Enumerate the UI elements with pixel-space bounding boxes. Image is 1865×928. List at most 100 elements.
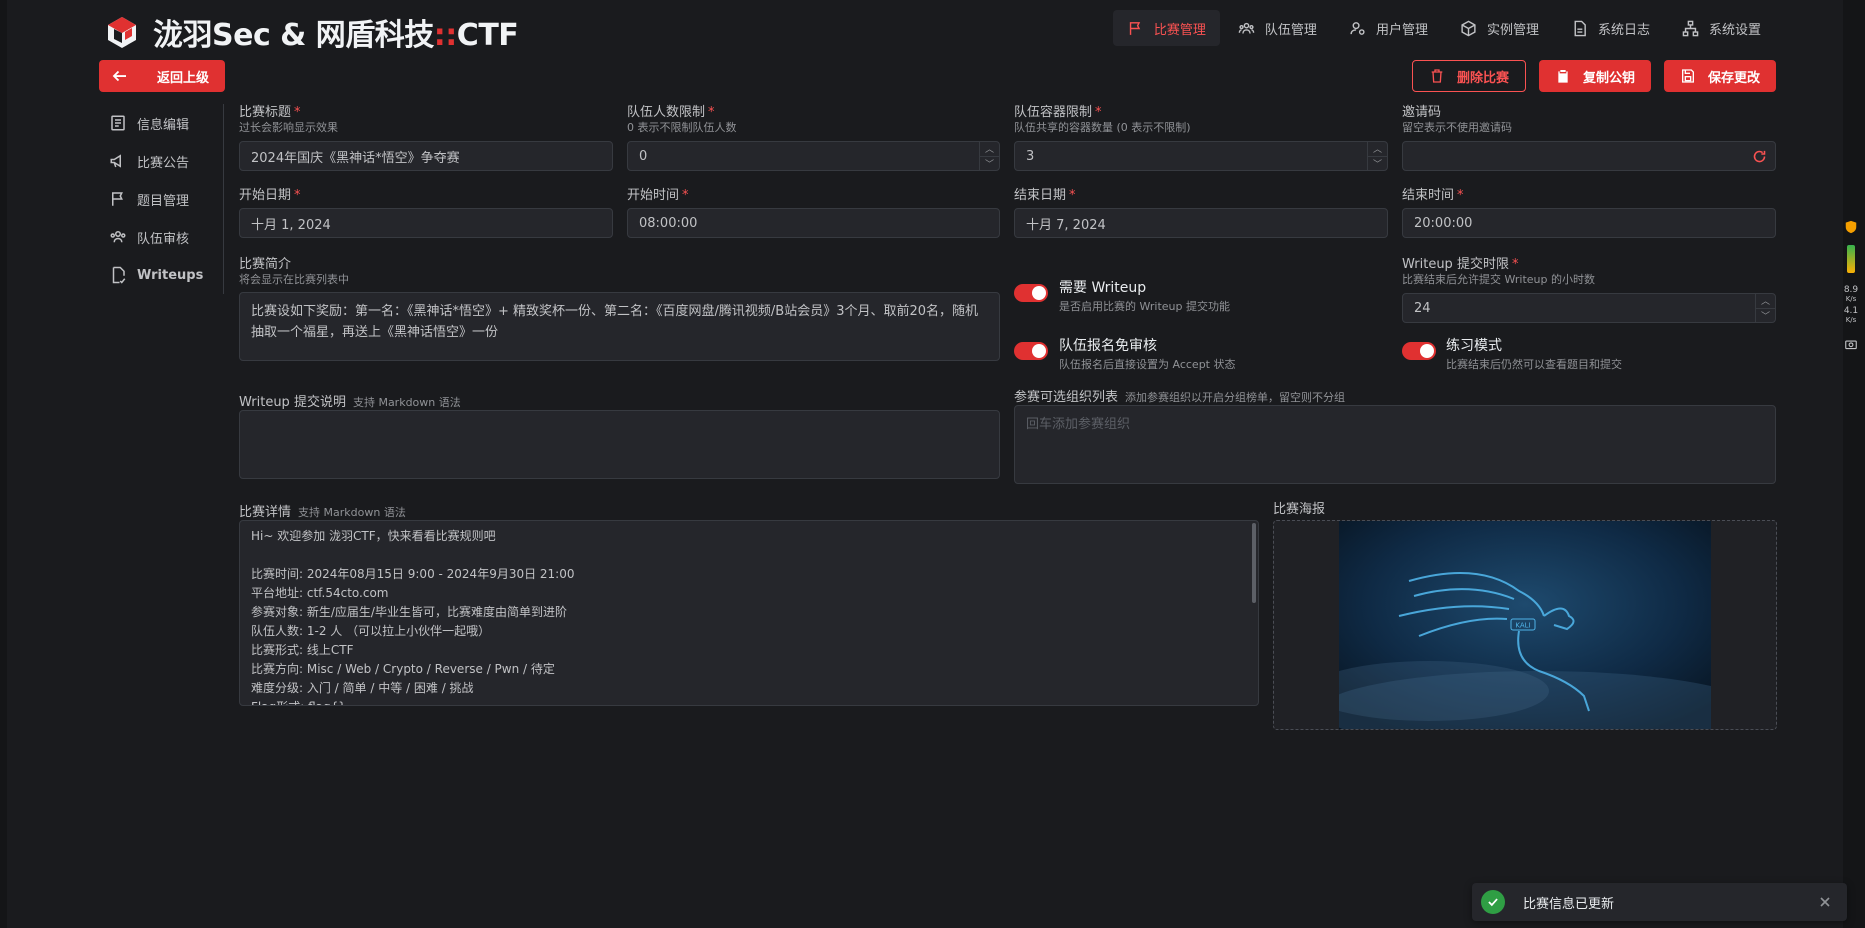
sidebar: 信息编辑 比赛公告 题目管理 队伍审核 Writeups [99, 104, 225, 294]
details-line: 参赛对象: 新生/应届生/毕业生皆可，比赛难度由简单到进阶 [251, 605, 567, 619]
writeup-deadline-input[interactable]: 24 ︿ ﹀ [1402, 293, 1776, 323]
sidebar-item-team-review[interactable]: 队伍审核 [99, 218, 225, 256]
summary-textarea[interactable]: 比赛设如下奖励：第一名：《黑神话*悟空》+ 精致奖杯一份、第二名：《百度网盘/腾… [239, 292, 1000, 361]
cube-icon [1461, 20, 1476, 36]
toast-notification: 比赛信息已更新 [1472, 883, 1847, 921]
team-limit-label: 队伍人数限制 * 0 表示不限制队伍人数 [627, 105, 737, 134]
app-logo[interactable]: 泷羽Sec & 网盾科技::CTF [105, 10, 519, 54]
poster-logo-text: KALI [1515, 622, 1530, 630]
close-icon[interactable] [1817, 894, 1833, 910]
upload-unit: K/s [1845, 316, 1857, 324]
sidebar-item-info-edit[interactable]: 信息编辑 [99, 104, 225, 142]
details-line: 难度分级: 入门 / 简单 / 中等 / 困难 / 挑战 [251, 681, 474, 695]
users-icon [1238, 22, 1255, 34]
team-review-icon [110, 231, 126, 243]
info-edit-icon [111, 115, 125, 131]
writeup-deadline-label: Writeup 提交时限 * 比赛结束后允许提交 Writeup 的小时数 [1402, 257, 1595, 286]
details-line: 队伍人数: 1-2 人 （可以拉上小伙伴一起哦） [251, 624, 491, 638]
auto-accept-switch[interactable] [1014, 342, 1048, 360]
team-limit-input[interactable]: 0 ︿ ﹀ [627, 141, 1000, 171]
sidebar-item-announcement[interactable]: 比赛公告 [99, 142, 225, 180]
end-time-input[interactable]: 20:00:00 [1402, 208, 1776, 238]
chevron-down-icon[interactable]: ﹀ [980, 157, 999, 171]
org-list-label: 参赛可选组织列表 添加参赛组织以开启分组榜单，留空则不分组 [1014, 390, 1346, 405]
clipboard-icon [1558, 70, 1568, 83]
megaphone-icon [110, 154, 121, 168]
app-title: 泷羽Sec & 网盾科技::CTF [153, 18, 519, 53]
trash-icon [1431, 69, 1443, 83]
details-line: 比赛时间: 2024年08月15日 9:00 - 2024年9月30日 21:0… [251, 567, 575, 581]
copy-public-key-button[interactable]: 复制公钥 [1538, 60, 1651, 92]
title-field-label: 比赛标题 * 过长会影响显示效果 [239, 105, 338, 134]
sidebar-item-writeups[interactable]: Writeups [99, 256, 225, 294]
poster-label: 比赛海报 [1273, 502, 1326, 517]
practice-mode-desc: 比赛结束后仍然可以查看题目和提交 [1446, 358, 1622, 371]
nav-team-manage[interactable]: 队伍管理 [1224, 10, 1331, 46]
practice-mode-label: 练习模式 [1446, 338, 1502, 354]
details-textarea[interactable]: Hi~ 欢迎参加 泷羽CTF，快来看看比赛规则吧 比赛时间: 2024年08月1… [239, 520, 1259, 706]
org-list-input[interactable]: 回车添加参赛组织 [1014, 405, 1776, 484]
delete-contest-button[interactable]: 删除比赛 [1411, 60, 1526, 92]
chevron-down-icon[interactable]: ﹀ [1756, 309, 1775, 323]
container-limit-label: 队伍容器限制 * 队伍共享的容器数量 (0 表示不限制) [1014, 105, 1191, 134]
practice-mode-switch[interactable] [1402, 342, 1436, 360]
sidebar-item-challenges[interactable]: 题目管理 [99, 180, 225, 218]
refresh-icon[interactable] [1752, 149, 1767, 164]
chevron-up-icon[interactable]: ︿ [1368, 142, 1387, 157]
download-unit: K/s [1845, 295, 1857, 303]
writeup-icon [112, 266, 126, 284]
container-limit-stepper[interactable]: ︿ ﹀ [1367, 142, 1387, 170]
container-limit-input[interactable]: 3 ︿ ﹀ [1014, 141, 1388, 171]
details-label: 比赛详情 支持 Markdown 语法 [239, 505, 406, 520]
auto-accept-desc: 队伍报名后直接设置为 Accept 状态 [1059, 358, 1236, 371]
need-writeup-label: 需要 Writeup [1059, 280, 1147, 296]
details-line: 平台地址: ctf.54cto.com [251, 586, 389, 600]
writeup-note-textarea[interactable] [239, 410, 1000, 479]
nav-instance-manage[interactable]: 实例管理 [1446, 10, 1553, 46]
check-circle-icon [1481, 890, 1505, 914]
top-nav: 比赛管理 队伍管理 用户管理 实例管理 系统日志 系统设置 [1112, 10, 1775, 46]
nav-contest-manage[interactable]: 比赛管理 [1112, 10, 1220, 46]
nav-system-log[interactable]: 系统日志 [1557, 10, 1664, 46]
app-root: 泷羽Sec & 网盾科技::CTF 比赛管理 队伍管理 用户管理 实例管理 系统… [0, 0, 1865, 928]
auto-accept-label: 队伍报名免审核 [1059, 338, 1157, 354]
camera-icon[interactable] [1845, 338, 1857, 350]
chevron-down-icon[interactable]: ﹀ [1368, 157, 1387, 171]
invite-code-input[interactable] [1402, 141, 1776, 171]
start-date-label: 开始日期 * [239, 188, 301, 203]
writeup-deadline-stepper[interactable]: ︿ ﹀ [1755, 294, 1775, 322]
team-limit-stepper[interactable]: ︿ ﹀ [979, 142, 999, 170]
details-line: 比赛方向: Misc / Web / Crypto / Reverse / Pw… [251, 662, 555, 676]
need-writeup-switch[interactable] [1014, 284, 1048, 302]
back-button[interactable]: 返回上级 [99, 60, 225, 92]
toast-message: 比赛信息已更新 [1523, 896, 1615, 912]
nav-system-settings[interactable]: 系统设置 [1668, 10, 1775, 46]
save-icon [1681, 69, 1694, 83]
nav-user-manage[interactable]: 用户管理 [1335, 10, 1442, 46]
invite-code-label: 邀请码 留空表示不使用邀请码 [1402, 105, 1512, 134]
sitemap-icon [1682, 20, 1699, 36]
details-line: 比赛形式: 线上CTF [251, 643, 354, 657]
poster-image: KALI [1339, 521, 1711, 729]
start-time-input[interactable]: 08:00:00 [627, 208, 1000, 238]
action-bar: 删除比赛 复制公钥 保存更改 [1411, 60, 1776, 92]
chevron-up-icon[interactable]: ︿ [980, 142, 999, 157]
need-writeup-desc: 是否启用比赛的 Writeup 提交功能 [1059, 300, 1230, 313]
end-time-label: 结束时间 * [1402, 188, 1464, 203]
start-date-input[interactable]: 十月 1, 2024 [239, 208, 613, 238]
arrow-left-icon [112, 70, 126, 82]
user-gear-icon [1350, 21, 1365, 35]
title-input[interactable]: 2024年国庆《黑神话*悟空》争夺赛 [239, 141, 613, 171]
save-changes-button[interactable]: 保存更改 [1663, 60, 1776, 92]
sidebar-divider [223, 104, 224, 294]
left-edge [0, 0, 7, 928]
details-line [251, 546, 1247, 565]
right-edge [1843, 0, 1865, 928]
flag-icon [1129, 21, 1141, 35]
chevron-up-icon[interactable]: ︿ [1756, 294, 1775, 309]
poster-dropzone[interactable]: KALI [1273, 520, 1777, 730]
details-scrollbar[interactable] [1252, 523, 1256, 603]
details-line: Hi~ 欢迎参加 泷羽CTF，快来看看比赛规则吧 [251, 529, 496, 543]
details-line: Flag形式: flag{} [251, 698, 1247, 705]
end-date-input[interactable]: 十月 7, 2024 [1014, 208, 1388, 238]
